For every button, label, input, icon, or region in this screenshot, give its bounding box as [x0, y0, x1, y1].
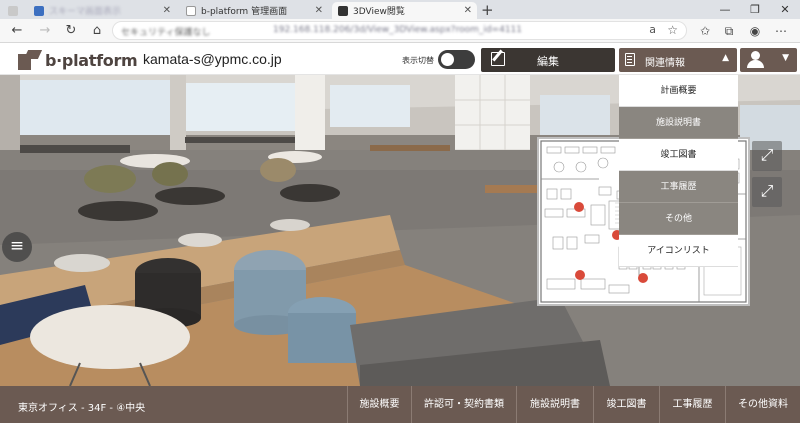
display-toggle-label: 表示切替: [402, 56, 434, 65]
dropdown-item[interactable]: その他: [619, 203, 738, 235]
forward-icon[interactable]: →: [36, 22, 54, 40]
caret-up-icon: ▲: [722, 53, 729, 63]
dropdown-item[interactable]: 竣工図書: [619, 139, 738, 171]
read-aloud-icon[interactable]: a: [649, 23, 656, 36]
back-icon[interactable]: ←: [8, 22, 26, 40]
caret-down-icon: ▼: [782, 53, 789, 63]
browser-tab-admin[interactable]: b-platform 管理画面 ✕: [180, 2, 328, 19]
browser-address-bar: ← → ↻ ⌂ セキュリティ保護なし 192.168.118.206/3d/Vi…: [0, 19, 800, 43]
user-menu-button[interactable]: ▼: [740, 48, 797, 72]
document-icon: [625, 53, 635, 66]
browser-tab-3dview[interactable]: 3DView閲覧 ✕: [332, 2, 477, 19]
reload-icon[interactable]: ↻: [62, 22, 80, 40]
logo-mark-icon: [18, 50, 43, 70]
brand-logo[interactable]: b·platform: [18, 50, 138, 70]
dropdown-item[interactable]: アイコンリスト: [619, 235, 738, 267]
home-icon[interactable]: ⌂: [88, 22, 106, 40]
new-tab-icon[interactable]: +: [481, 1, 494, 19]
edit-button-label: 編集: [537, 55, 559, 68]
dropdown-item[interactable]: 工事履歴: [619, 171, 738, 203]
logo-text: b·platform: [45, 50, 138, 70]
collections-icon[interactable]: ⧉: [720, 22, 738, 40]
fullscreen-icon[interactable]: ⤢: [752, 141, 782, 171]
tab-close-icon[interactable]: ✕: [163, 5, 171, 16]
more-options-icon[interactable]: ⋯: [772, 22, 790, 40]
tab-favicon-icon: [338, 5, 348, 16]
menu-hamburger-icon[interactable]: ≡: [2, 232, 32, 262]
tab-title: スキーマ画面表示: [49, 7, 122, 17]
window-menu-icon[interactable]: [2, 2, 24, 19]
tab-favicon-icon: [34, 5, 44, 16]
display-toggle[interactable]: [438, 50, 475, 69]
footer-nav-completion-drawings[interactable]: 竣工図書: [593, 386, 659, 423]
footer-nav-permits-contracts[interactable]: 許認可・契約書類: [411, 386, 516, 423]
related-info-button[interactable]: 関連情報 ▲: [619, 48, 737, 72]
dropdown-item[interactable]: 施設説明書: [619, 107, 738, 139]
browser-tab-schema[interactable]: スキーマ画面表示 ✕: [28, 2, 176, 19]
url-field[interactable]: セキュリティ保護なし 192.168.118.206/3d/View_3DVie…: [112, 21, 687, 40]
close-window-icon[interactable]: ✕: [770, 0, 800, 19]
tab-close-icon[interactable]: ✕: [315, 5, 323, 16]
camera-position-marker[interactable]: [574, 202, 584, 212]
minimize-icon[interactable]: —: [710, 0, 740, 19]
footer-bar: 東京オフィス - 34F - ④中央 施設概要 許認可・契約書類 施設説明書 竣…: [0, 386, 800, 423]
url-text: 192.168.118.206/3d/View_3DView.aspx?room…: [273, 25, 523, 35]
location-breadcrumb: 東京オフィス - 34F - ④中央: [18, 403, 146, 414]
camera-position-marker[interactable]: [638, 273, 648, 283]
dropdown-item[interactable]: 計画概要: [619, 75, 738, 107]
footer-nav-facility-manual[interactable]: 施設説明書: [516, 386, 593, 423]
tab-close-icon[interactable]: ✕: [464, 5, 472, 16]
browser-tab-strip: スキーマ画面表示 ✕ b-platform 管理画面 ✕ 3DView閲覧 ✕ …: [0, 0, 800, 19]
favorites-icon[interactable]: ✩: [696, 22, 714, 40]
favorite-star-icon[interactable]: ☆: [667, 23, 678, 37]
user-email: kamata-s@ypmc.co.jp: [143, 51, 282, 67]
related-info-label: 関連情報: [645, 58, 685, 69]
tab-title: b-platform 管理画面: [201, 7, 288, 17]
tab-favicon-icon: [186, 5, 196, 16]
footer-nav-construction-history[interactable]: 工事履歴: [659, 386, 725, 423]
edit-button[interactable]: 編集: [481, 48, 615, 72]
camera-position-marker[interactable]: [575, 270, 585, 280]
profile-icon[interactable]: ◉: [746, 22, 764, 40]
expand-view-icon[interactable]: ⤢: [752, 177, 782, 207]
avatar-icon: [751, 51, 760, 60]
footer-nav-facility-overview[interactable]: 施設概要: [347, 386, 411, 423]
footer-nav-other-documents[interactable]: その他資料: [725, 386, 800, 423]
related-info-dropdown: 計画概要 施設説明書 竣工図書 工事履歴 その他 アイコンリスト: [619, 75, 738, 267]
site-info-label[interactable]: セキュリティ保護なし: [121, 25, 210, 38]
tab-title: 3DView閲覧: [353, 7, 405, 17]
app-header: b·platform kamata-s@ypmc.co.jp 表示切替 編集 関…: [0, 44, 800, 75]
toggle-knob: [441, 53, 454, 66]
maximize-icon[interactable]: ❐: [740, 0, 770, 19]
